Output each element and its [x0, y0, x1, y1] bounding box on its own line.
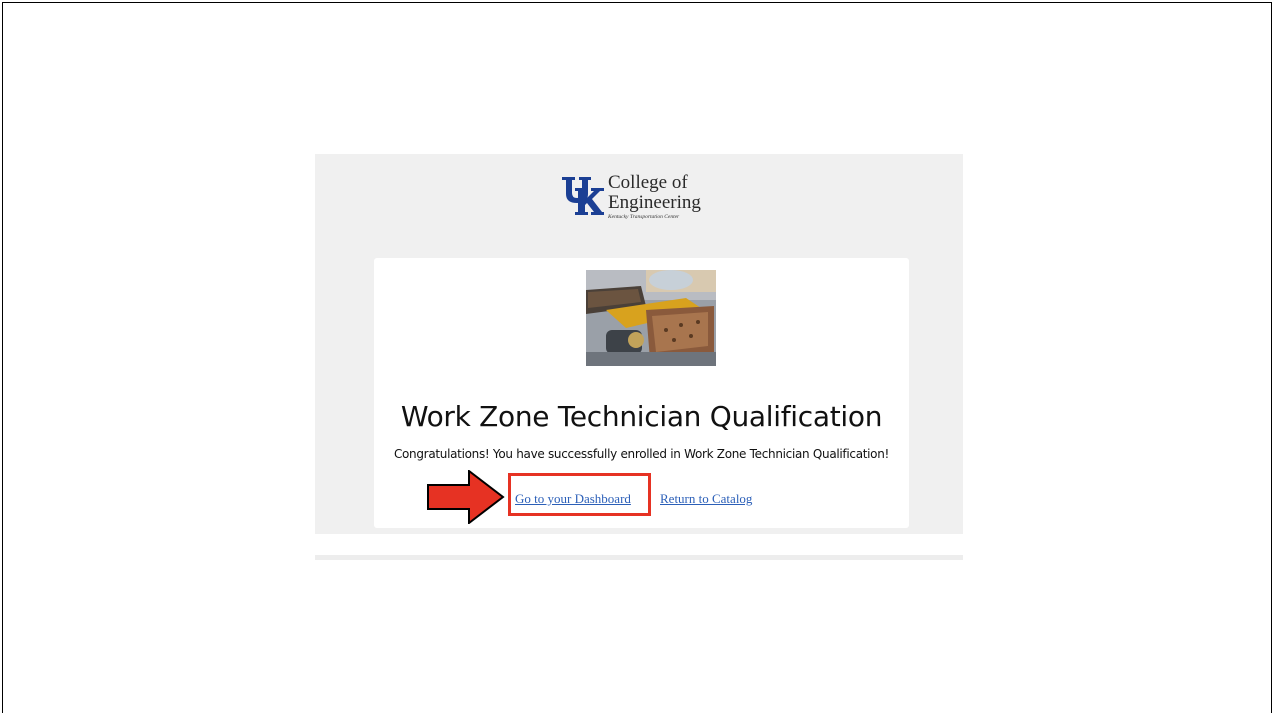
logo-text: College of Engineering Kentucky Transpor… — [608, 172, 701, 221]
course-title: Work Zone Technician Qualification — [400, 400, 883, 433]
logo-line-1: College of — [608, 172, 688, 193]
highlight-box — [508, 473, 651, 516]
college-logo: College of Engineering Kentucky Transpor… — [561, 172, 721, 234]
red-arrow-icon — [427, 470, 505, 524]
catalog-link[interactable]: Return to Catalog — [660, 491, 752, 507]
slide-frame: College of Engineering Kentucky Transpor… — [2, 2, 1272, 713]
enrollment-message: Congratulations! You have successfully e… — [393, 447, 890, 461]
logo-line-2: Engineering — [608, 192, 701, 213]
logo-subtitle: Kentucky Transportation Center — [608, 214, 680, 220]
footer-divider — [315, 555, 963, 560]
uk-logo-icon — [562, 177, 604, 215]
course-photo — [586, 270, 716, 366]
